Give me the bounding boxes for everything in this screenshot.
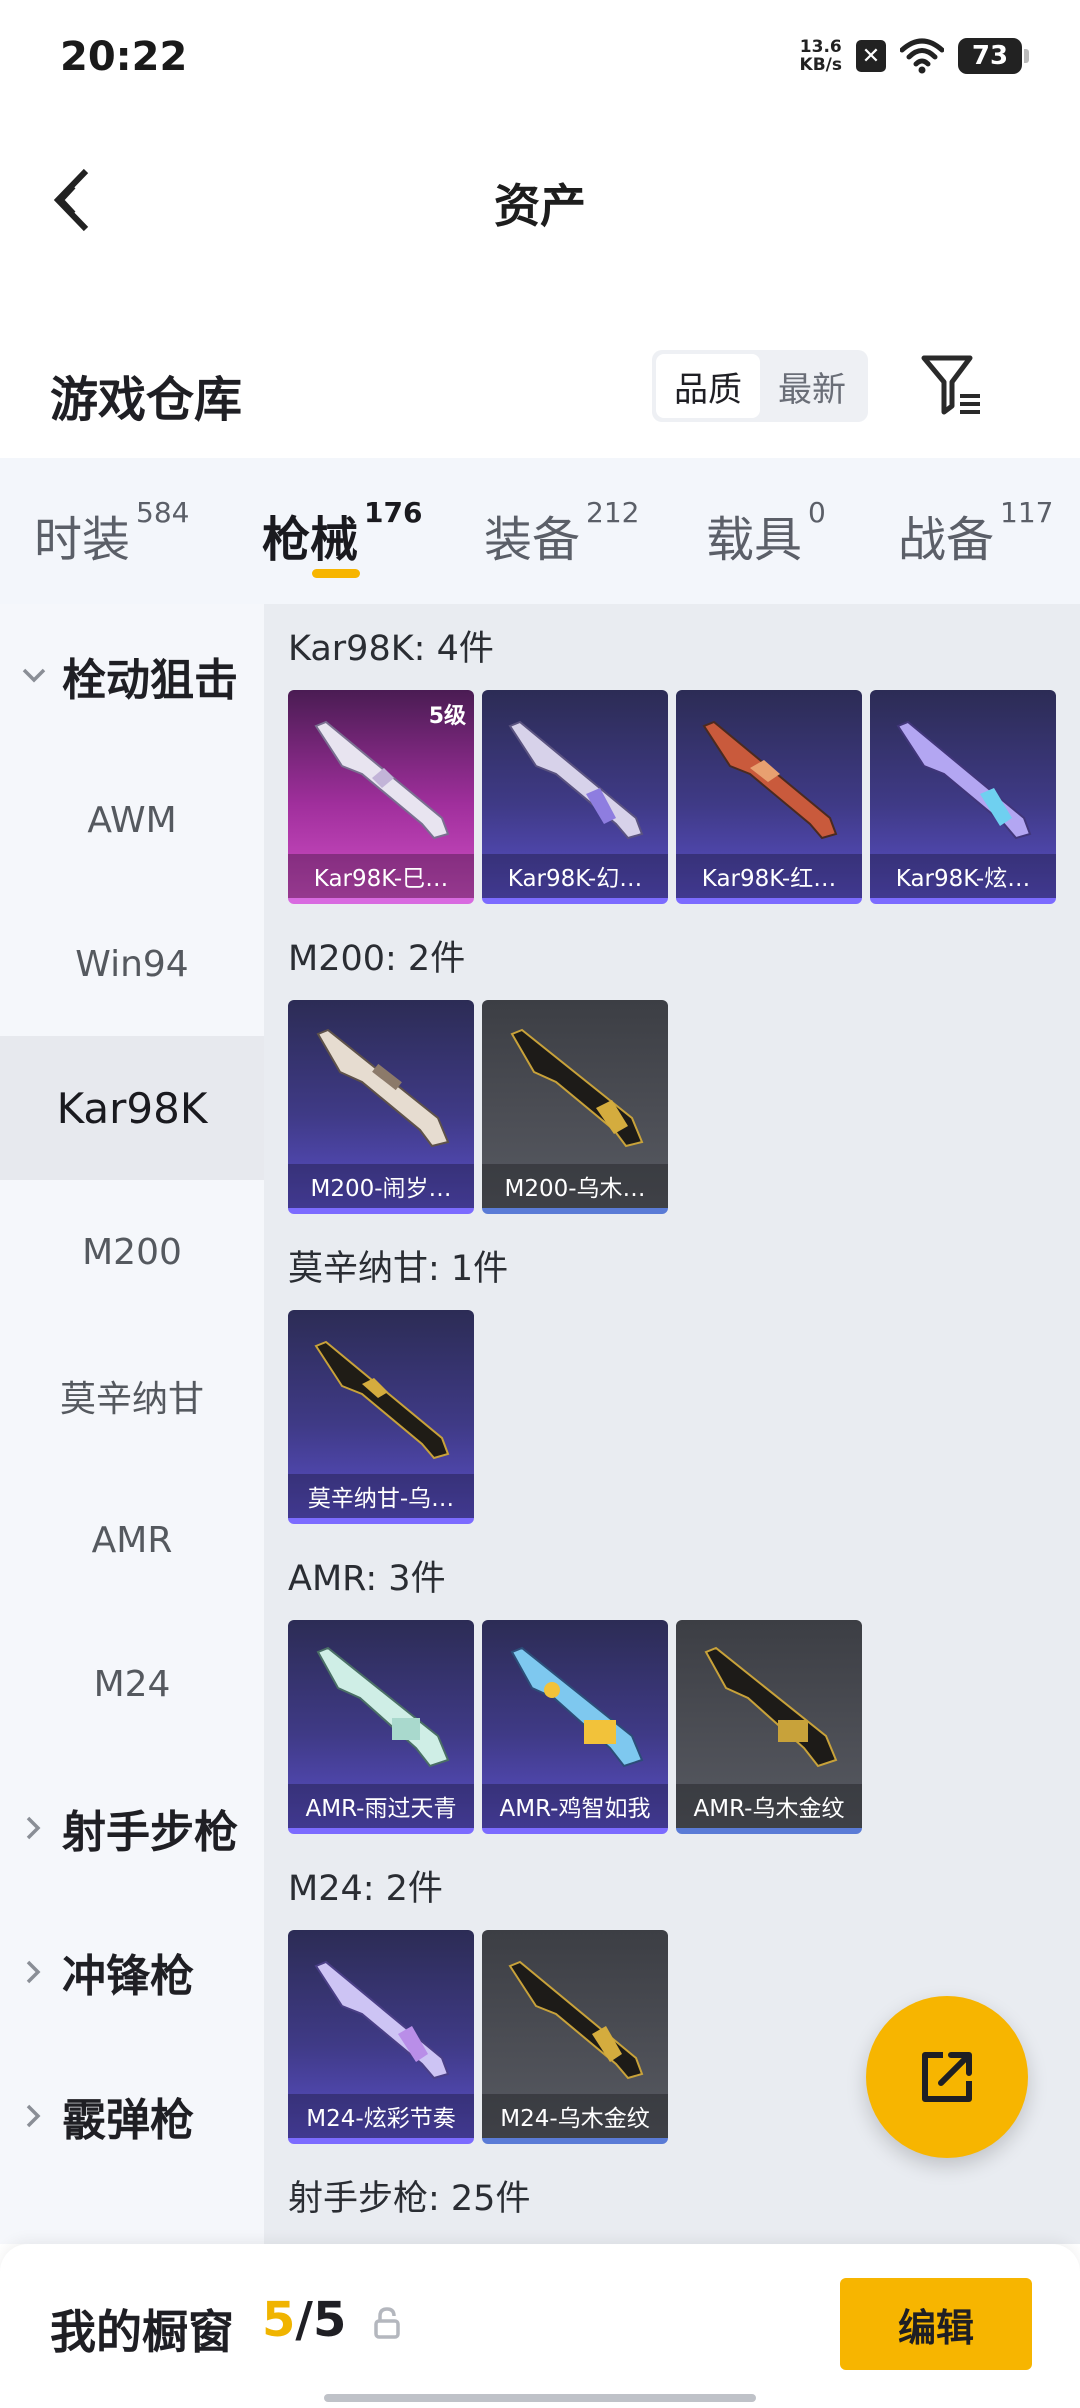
sidebar-category-smg[interactable]: 冲锋枪 — [0, 1900, 264, 2044]
rifle-icon — [702, 720, 838, 840]
tab-fashion[interactable]: 时装 584 — [34, 458, 250, 604]
skin-card[interactable]: M200-乌木… — [482, 1000, 668, 1214]
rifle-icon — [314, 1340, 450, 1460]
skin-card[interactable]: Kar98K-幻… — [482, 690, 668, 904]
status-icons: 13.6 KB/s ✕ 73 — [799, 37, 1029, 75]
skin-card[interactable]: AMR-乌木金纹 — [676, 1620, 862, 1834]
rifle-icon — [510, 1028, 644, 1148]
rifle-icon — [314, 1960, 450, 2080]
sidebar-category-shotgun[interactable]: 霰弹枪 — [0, 2044, 264, 2188]
sort-newest[interactable]: 最新 — [760, 354, 864, 418]
group-title-m24: M24: 2件 — [288, 1869, 443, 1909]
group-title-amr: AMR: 3件 — [288, 1559, 446, 1599]
sidebar-item-m24[interactable]: M24 — [0, 1612, 264, 1756]
status-bar: 20:22 13.6 KB/s ✕ 73 — [0, 0, 1080, 120]
skin-card[interactable]: AMR-雨过天青 — [288, 1620, 474, 1834]
skin-card[interactable]: 5级 Kar98K-巳… — [288, 690, 474, 904]
wifi-icon — [900, 38, 944, 74]
sidebar-item-amr[interactable]: AMR — [0, 1468, 264, 1612]
no-sim-icon: ✕ — [856, 40, 886, 72]
filter-icon[interactable] — [918, 350, 988, 420]
category-tabs: 时装 584 枪械 176 装备 212 载具 0 战备 117 — [0, 458, 1080, 604]
group-title-mosin: 莫辛纳甘: 1件 — [288, 1249, 509, 1289]
sidebar-item-win94[interactable]: Win94 — [0, 892, 264, 1036]
share-button[interactable] — [866, 1996, 1028, 2158]
warehouse-header: 游戏仓库 品质 最新 — [0, 330, 1080, 450]
skin-card[interactable]: M24-乌木金纹 — [482, 1930, 668, 2144]
sidebar-item-m200[interactable]: M200 — [0, 1180, 264, 1324]
rifle-icon — [510, 1646, 644, 1768]
network-speed: 13.6 KB/s — [799, 37, 842, 75]
top-nav: 资产 — [0, 140, 1080, 260]
tab-supplies[interactable]: 战备 117 — [898, 458, 1078, 604]
tab-equipment[interactable]: 装备 212 — [484, 458, 706, 604]
skin-card[interactable]: M200-闹岁… — [288, 1000, 474, 1214]
chevron-down-icon — [18, 667, 50, 685]
chevron-right-icon — [18, 2103, 50, 2129]
sidebar-item-awm[interactable]: AWM — [0, 748, 264, 892]
share-icon — [922, 2052, 972, 2102]
sidebar-item-mosin[interactable]: 莫辛纳甘 — [0, 1324, 264, 1468]
tab-guns[interactable]: 枪械 176 — [262, 458, 480, 604]
skin-card[interactable]: 莫辛纳甘-乌… — [288, 1310, 474, 1524]
page-title: 资产 — [494, 179, 586, 233]
edit-button[interactable]: 编辑 — [840, 2278, 1032, 2370]
group-title-m200: M200: 2件 — [288, 939, 466, 979]
showcase-bar: 我的橱窗 5/5 编辑 — [0, 2244, 1080, 2408]
group-title-marksman: 射手步枪: 25件 — [288, 2179, 531, 2219]
warehouse-title: 游戏仓库 — [50, 372, 243, 428]
sidebar-category-marksman[interactable]: 射手步枪 — [0, 1756, 264, 1900]
skin-card[interactable]: Kar98K-炫… — [870, 690, 1056, 904]
rifle-icon — [508, 1960, 644, 2080]
weapon-sidebar: 栓动狙击 AWM Win94 Kar98K M200 莫辛纳甘 AMR M24 … — [0, 604, 264, 2244]
rifle-icon — [316, 1028, 450, 1148]
chevron-right-icon — [18, 1815, 50, 1841]
sort-toggle: 品质 最新 — [652, 350, 868, 422]
showcase-count: 5/5 — [262, 2292, 347, 2348]
sidebar-category-bolt-sniper[interactable]: 栓动狙击 — [0, 604, 264, 748]
skin-card[interactable]: Kar98K-红… — [676, 690, 862, 904]
rifle-icon — [896, 720, 1032, 840]
lock-icon — [374, 2307, 400, 2339]
sidebar-item-kar98k[interactable]: Kar98K — [0, 1036, 264, 1180]
chevron-right-icon — [18, 1959, 50, 1985]
tab-vehicles[interactable]: 载具 0 — [706, 458, 898, 604]
showcase-label: 我的橱窗 — [50, 2305, 234, 2359]
rifle-icon — [316, 1646, 450, 1768]
group-title-kar98k: Kar98K: 4件 — [288, 629, 494, 669]
battery-icon: 73 — [958, 38, 1029, 74]
skin-card[interactable]: AMR-鸡智如我 — [482, 1620, 668, 1834]
status-time: 20:22 — [60, 34, 188, 80]
skin-card[interactable]: M24-炫彩节奏 — [288, 1930, 474, 2144]
rifle-icon — [704, 1646, 838, 1768]
home-indicator — [324, 2394, 756, 2402]
sort-quality[interactable]: 品质 — [656, 354, 760, 418]
rifle-icon — [508, 720, 644, 840]
